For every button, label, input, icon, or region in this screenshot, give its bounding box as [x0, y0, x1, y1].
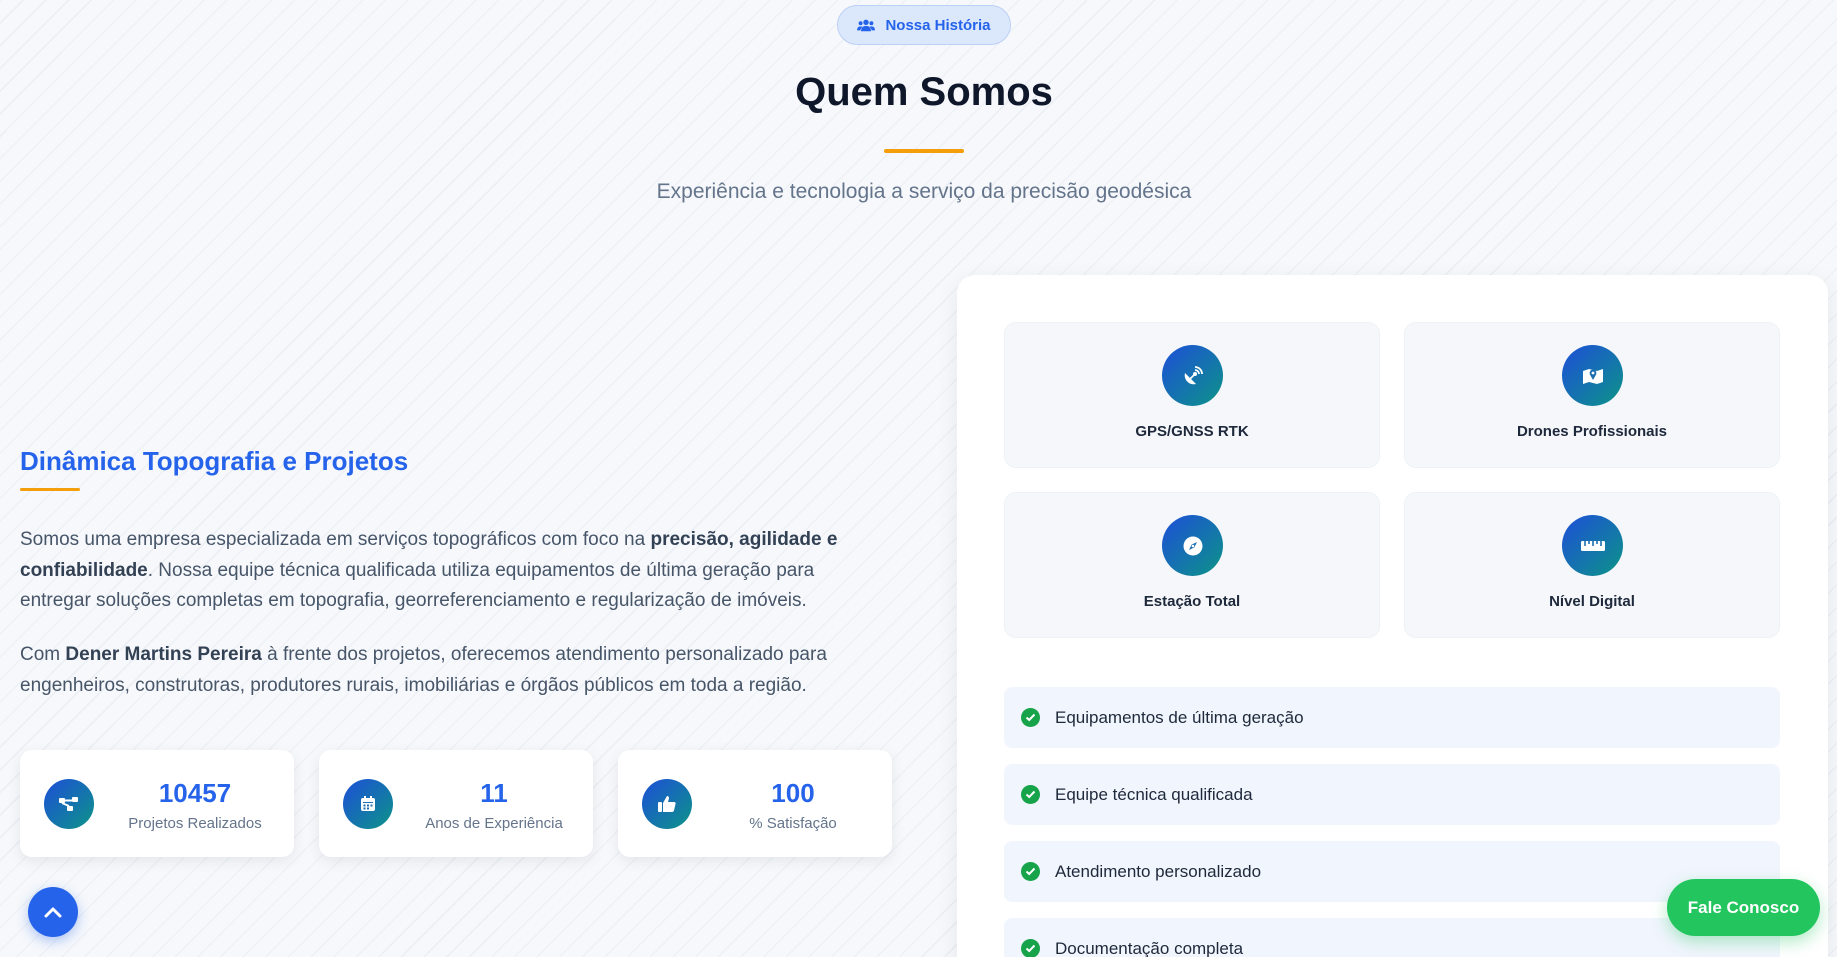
stat-card-projects: 10457 Projetos Realizados	[20, 750, 294, 857]
stat-card-years: 11 Anos de Experiência	[319, 750, 593, 857]
equipment-label: Drones Profissionais	[1516, 423, 1668, 440]
stat-label: Anos de Experiência	[425, 815, 563, 832]
stat-value: 100	[771, 778, 815, 808]
about-paragraph-1: Somos uma empresa especializada em servi…	[20, 529, 838, 611]
feature-label: Atendimento personalizado	[1055, 861, 1262, 881]
compass-icon	[1162, 515, 1223, 576]
equipment-card-digital-level: Nível Digital	[1404, 492, 1780, 638]
feature-item: Equipamentos de última geração	[1004, 687, 1780, 748]
check-circle-icon	[1021, 939, 1040, 957]
stat-label: % Satisfação	[749, 815, 837, 832]
stat-value: 10457	[158, 778, 232, 808]
equipment-card-drones: Drones Profissionais	[1404, 322, 1780, 468]
title-underline	[884, 149, 964, 153]
page-title: Quem Somos	[795, 70, 1053, 114]
check-circle-icon	[1021, 708, 1040, 727]
page-subtitle: Experiência e tecnologia a serviço da pr…	[656, 180, 1192, 203]
feature-label: Equipamentos de última geração	[1055, 707, 1304, 727]
calendar-icon	[343, 779, 393, 829]
scroll-to-top-button[interactable]	[28, 887, 78, 937]
check-circle-icon	[1021, 862, 1040, 881]
check-circle-icon	[1021, 785, 1040, 804]
ruler-icon	[1562, 515, 1623, 576]
contact-button[interactable]: Fale Conosco	[1667, 879, 1820, 936]
company-name-underline	[20, 488, 80, 491]
section-badge: Nossa História	[837, 5, 1011, 45]
feature-item: Equipe técnica qualificada	[1004, 764, 1780, 825]
equipment-label: Nível Digital	[1549, 593, 1635, 610]
feature-item: Documentação completa	[1004, 918, 1780, 957]
company-name: Dinâmica Topografia e Projetos	[20, 446, 409, 476]
feature-label: Equipe técnica qualificada	[1055, 784, 1253, 804]
map-icon	[1562, 345, 1623, 406]
equipment-label: Estação Total	[1143, 593, 1241, 610]
chevron-up-icon	[44, 907, 62, 918]
about-paragraph-2: Com Dener Martins Pereira à frente dos p…	[20, 644, 827, 696]
features-panel: GPS/GNSS RTK Drones Profissionais Estaçã…	[957, 275, 1828, 957]
stat-label: Projetos Realizados	[128, 815, 262, 832]
feature-label: Documentação completa	[1055, 938, 1244, 957]
satellite-dish-icon	[1162, 345, 1223, 406]
users-icon	[857, 19, 876, 32]
feature-item: Atendimento personalizado	[1004, 841, 1780, 902]
thumbs-up-icon	[642, 779, 692, 829]
equipment-card-total-station: Estação Total	[1004, 492, 1380, 638]
equipment-card-gps: GPS/GNSS RTK	[1004, 322, 1380, 468]
stat-value: 11	[480, 778, 508, 808]
project-diagram-icon	[44, 779, 94, 829]
stat-card-satisfaction: 100 % Satisfação	[618, 750, 892, 857]
equipment-label: GPS/GNSS RTK	[1135, 423, 1249, 440]
badge-label: Nossa História	[885, 16, 991, 34]
